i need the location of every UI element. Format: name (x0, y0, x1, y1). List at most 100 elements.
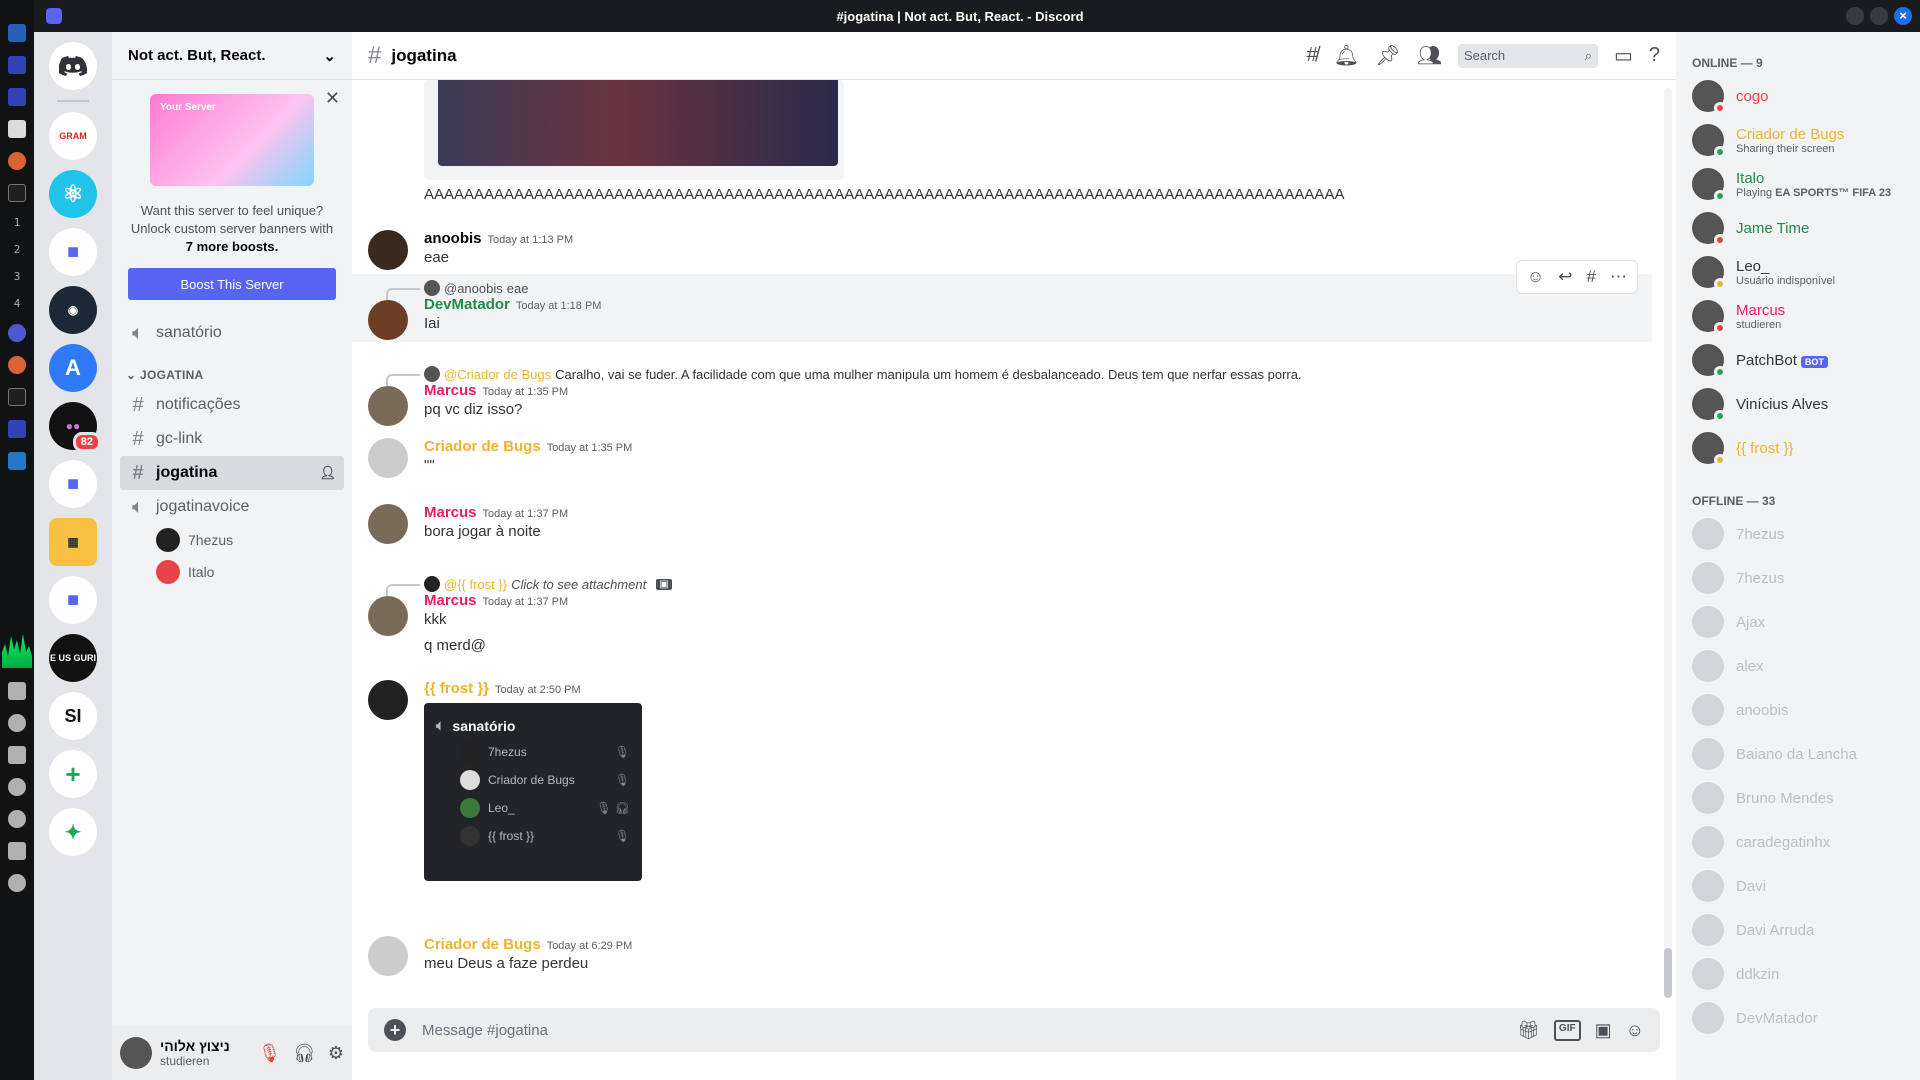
terminal-icon-2[interactable] (8, 388, 26, 406)
server-react[interactable]: ⚛ (49, 170, 97, 218)
avatar[interactable] (368, 386, 408, 426)
reply-preview[interactable]: @{{ frost }} Click to see attachment ▣ (386, 576, 1652, 598)
category-jogatina[interactable]: ⌄ JOGATINA (112, 350, 352, 388)
channel-jogatina[interactable]: # jogatina 👤︎ (120, 456, 344, 490)
close-icon[interactable]: ✕ (325, 88, 340, 109)
firefox-icon[interactable] (8, 152, 26, 170)
help-icon[interactable]: ? (1649, 44, 1660, 67)
server-si[interactable]: SI (49, 692, 97, 740)
explore-servers-button[interactable]: ✦ (49, 808, 97, 856)
member-item[interactable]: Baiano da Lancha (1684, 732, 1912, 776)
bell-icon[interactable] (8, 778, 26, 796)
sticker-icon[interactable]: ▣ (1595, 1020, 1612, 1041)
inbox-icon[interactable]: ▭ (1614, 43, 1633, 68)
author-name[interactable]: Criador de Bugs (424, 936, 541, 953)
avatar[interactable] (368, 300, 408, 340)
record-icon[interactable] (8, 810, 26, 828)
member-item[interactable]: caradegatinhx (1684, 820, 1912, 864)
gift-icon[interactable]: 🎁︎ (1517, 1020, 1540, 1041)
gif-button[interactable]: GIF (1553, 1019, 1581, 1041)
server-folder-3[interactable]: ■ (49, 576, 97, 624)
member-item[interactable]: alex (1684, 644, 1912, 688)
display-icon[interactable] (8, 682, 26, 700)
avatar[interactable] (368, 596, 408, 636)
member-item[interactable]: Italo Playing EA SPORTS™ FIFA 23 (1684, 162, 1912, 206)
menu-icon[interactable] (8, 24, 26, 42)
member-item[interactable]: ddkzin (1684, 952, 1912, 996)
volume-icon[interactable] (8, 746, 26, 764)
vscode-icon[interactable] (8, 452, 26, 470)
folder-icon-2[interactable] (8, 420, 26, 438)
workspace-4[interactable]: 4 (14, 297, 21, 310)
member-item[interactable]: Jame Time (1684, 206, 1912, 250)
add-member-icon[interactable]: 👤︎ (319, 465, 336, 481)
voice-user[interactable]: 7hezus (156, 524, 352, 556)
author-name[interactable]: Marcus (424, 504, 477, 521)
member-item[interactable]: PatchBot BOT (1684, 338, 1912, 382)
home-button[interactable] (49, 42, 97, 90)
avatar[interactable] (368, 230, 408, 270)
member-item[interactable]: Ajax (1684, 600, 1912, 644)
member-item[interactable]: DevMatador (1684, 996, 1912, 1040)
avatar[interactable] (368, 936, 408, 976)
avatar[interactable] (368, 504, 408, 544)
author-name[interactable]: anoobis (424, 230, 482, 247)
member-item[interactable]: Criador de Bugs Sharing their screen (1684, 118, 1912, 162)
workspace-1[interactable]: 1 (14, 216, 21, 229)
maximize-button[interactable] (1870, 7, 1888, 25)
workspace-2[interactable]: 2 (14, 243, 21, 256)
discord-taskbar-icon[interactable] (8, 324, 26, 342)
server-steam[interactable]: ◉ (49, 286, 97, 334)
member-item[interactable]: Davi (1684, 864, 1912, 908)
reply-preview[interactable]: @anoobis eae (386, 280, 1652, 302)
channel-sanatorio[interactable]: 🔈︎ sanatório (120, 316, 344, 350)
bell-icon[interactable]: 🔔︎ (1334, 43, 1359, 68)
pin-icon[interactable]: 📌︎ (1375, 43, 1400, 68)
channel-jogatinavoice[interactable]: 🔈︎ jogatinavoice (120, 490, 344, 524)
avatar[interactable] (120, 1037, 152, 1069)
power-icon[interactable] (8, 874, 26, 892)
member-item[interactable]: 7hezus (1684, 512, 1912, 556)
terminal-icon[interactable] (8, 184, 26, 202)
author-name[interactable]: Criador de Bugs (424, 438, 541, 455)
add-server-button[interactable]: + (49, 750, 97, 798)
server-rubik[interactable]: ▦ (49, 518, 97, 566)
chat-scrollbar[interactable] (1664, 88, 1672, 998)
server-dev[interactable]: ●● 82 (49, 402, 101, 452)
message-input[interactable]: Message #jogatina (422, 1022, 548, 1039)
firefox-icon-2[interactable] (8, 356, 26, 374)
workspace-3[interactable]: 3 (14, 270, 21, 283)
boost-server-button[interactable]: Boost This Server (128, 268, 336, 300)
member-item[interactable]: {{ frost }} (1684, 426, 1912, 470)
image-attachment[interactable] (424, 80, 844, 180)
folder-icon[interactable] (8, 88, 26, 106)
member-item[interactable]: anoobis (1684, 688, 1912, 732)
server-folder-1[interactable]: ■ (49, 228, 97, 276)
lock-icon[interactable] (8, 842, 26, 860)
server-header[interactable]: Not act. But, React. ⌄ (112, 32, 352, 80)
member-item[interactable]: Davi Arruda (1684, 908, 1912, 952)
mute-icon[interactable]: 🎙︎ (258, 1043, 281, 1064)
member-item[interactable]: Vinícius Alves (1684, 382, 1912, 426)
monitor-icon[interactable] (8, 56, 26, 74)
channel-gc-link[interactable]: # gc-link (120, 422, 344, 456)
server-appstore[interactable]: A (49, 344, 97, 392)
member-item[interactable]: Bruno Mendes (1684, 776, 1912, 820)
voice-user[interactable]: Italo (156, 556, 352, 588)
gear-icon[interactable]: ⚙ (328, 1043, 344, 1064)
member-item[interactable]: 7hezus (1684, 556, 1912, 600)
server-folder-2[interactable]: ■ (49, 460, 97, 508)
scrollbar-thumb[interactable] (1664, 948, 1672, 998)
member-item[interactable]: Marcus studieren (1684, 294, 1912, 338)
close-button[interactable]: × (1894, 7, 1912, 25)
author-name[interactable]: {{ frost }} (424, 680, 489, 697)
author-name[interactable]: Marcus (424, 382, 477, 399)
avatar[interactable] (368, 438, 408, 478)
voice-channel-embed[interactable]: 🔈︎ sanatório 7hezus 🎙︎ Criador de Bugs 🎙︎ L… (424, 703, 642, 881)
member-item[interactable]: cogo (1684, 74, 1912, 118)
channel-notificacoes[interactable]: # notificações (120, 388, 344, 422)
server-eusguri[interactable]: E US GURI (49, 634, 97, 682)
server-gram[interactable]: GRAM (49, 112, 97, 160)
members-icon[interactable]: 👥︎ (1417, 43, 1442, 68)
attach-button[interactable]: + (384, 1019, 406, 1041)
